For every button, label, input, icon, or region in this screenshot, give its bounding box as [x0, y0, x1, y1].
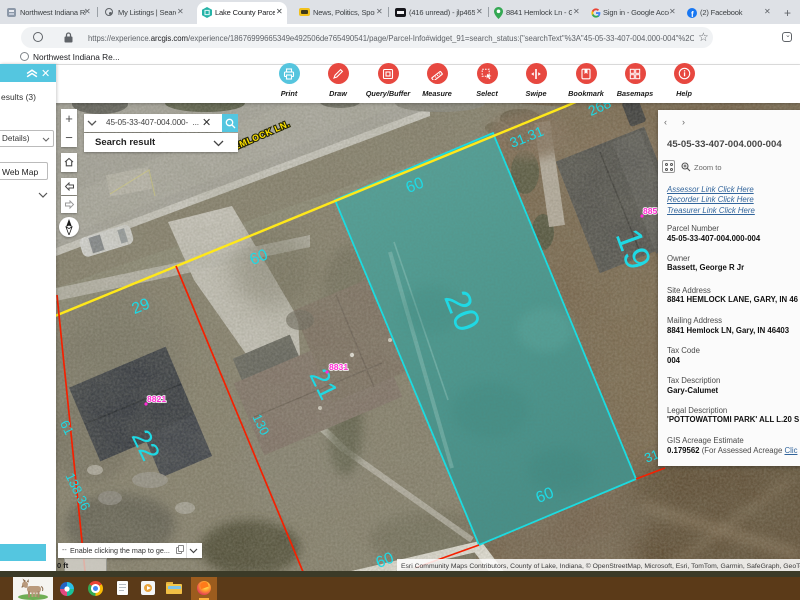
svg-text:8831: 8831 [329, 362, 348, 372]
svg-text:885: 885 [643, 206, 658, 216]
svg-text:8821: 8821 [147, 394, 166, 404]
